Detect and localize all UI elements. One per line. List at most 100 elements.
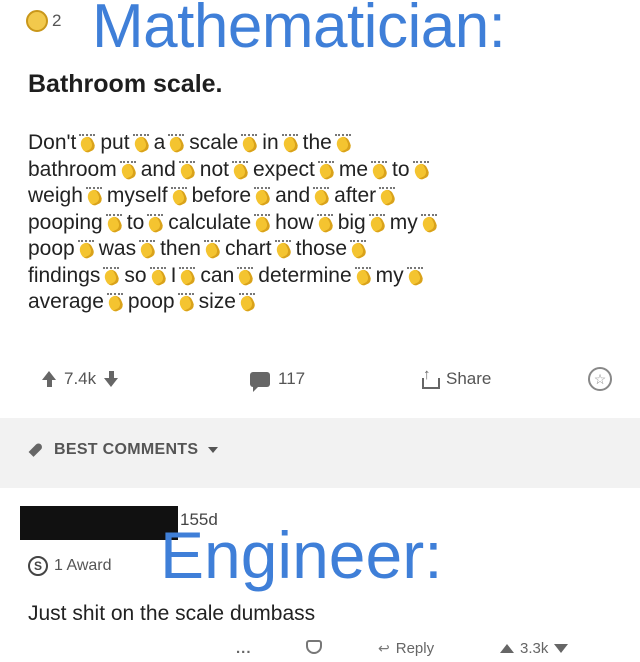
reply-button[interactable]: ↩ Reply: [378, 640, 434, 657]
clapping-hands-icon: [316, 160, 338, 179]
clapping-hands-icon: [76, 240, 98, 258]
clapping-hands-icon: [348, 240, 370, 258]
award-coin-icon: S: [28, 556, 48, 576]
clapping-hands-icon: [411, 160, 433, 179]
engineer-caption: Engineer:: [160, 518, 443, 592]
comments-button[interactable]: 117: [250, 369, 305, 392]
body-word: expect: [252, 157, 315, 181]
clapping-hands-icon: [280, 134, 302, 152]
clapping-hands-icon: [405, 266, 427, 285]
body-line: poop was then chart those: [28, 236, 608, 263]
more-dots: ...: [236, 640, 252, 657]
body-word: and: [275, 184, 311, 207]
comment-award-pill[interactable]: S 1 Award: [28, 556, 112, 576]
shield-icon: [306, 640, 322, 654]
clapping-hands-icon: [131, 134, 153, 152]
award-count: 2: [52, 11, 62, 30]
comment-text: Just shit on the scale dumbass: [28, 602, 316, 625]
award-icon: [26, 10, 48, 32]
upvote-arrow-icon[interactable]: [500, 644, 514, 653]
downvote-arrow-icon[interactable]: [104, 371, 119, 387]
comment-vote-group: 3.3k: [500, 640, 569, 657]
clapping-hands-icon: [367, 213, 389, 232]
clapping-hands-icon: [377, 187, 399, 205]
award-label: 1 Award: [54, 557, 112, 574]
body-line: bathroom and not expect me to: [28, 157, 608, 184]
clapping-hands-icon: [315, 213, 337, 232]
reply-label: Reply: [395, 640, 435, 657]
clapping-hands-icon: [137, 240, 159, 258]
clapping-hands-icon: [145, 213, 167, 232]
clapping-hands-icon: [239, 134, 261, 152]
comment-upvote-count: 3.3k: [520, 640, 549, 657]
body-word: scale: [189, 131, 239, 154]
body-word: my: [375, 263, 404, 287]
body-word: determine: [258, 263, 352, 287]
best-comments-label: BEST COMMENTS: [54, 441, 199, 458]
clapping-hands-icon: [369, 160, 391, 179]
clapping-hands-icon: [166, 134, 188, 152]
body-word: to: [392, 157, 410, 181]
clapping-hands-icon: [169, 187, 191, 205]
upvote-count: 7.4k: [64, 369, 97, 388]
body-word: put: [100, 131, 130, 154]
body-word: weigh: [28, 184, 83, 207]
post-action-bar: 7.4k 117 Share ☆: [0, 365, 640, 399]
comment-award-button[interactable]: [306, 640, 322, 654]
clapping-hands-icon: [353, 266, 375, 285]
post-award-badge[interactable]: 2: [26, 10, 61, 32]
body-line: pooping to calculate how big my: [28, 210, 608, 237]
clapping-hands-icon: [101, 266, 123, 285]
body-word: me: [338, 157, 369, 181]
body-word: average: [28, 290, 104, 313]
body-word: pooping: [28, 210, 103, 234]
clapping-hands-icon: [118, 160, 140, 179]
clapping-hands-icon: [235, 266, 257, 285]
clapping-hands-icon: [177, 160, 199, 179]
clapping-hands-icon: [105, 293, 127, 311]
comment-card: 155d Engineer: S 1 Award Just shit on th…: [0, 488, 640, 662]
body-word: myself: [106, 184, 168, 207]
body-word: the: [302, 131, 332, 154]
body-line: weigh myself before and after: [28, 183, 608, 210]
redacted-username: [20, 506, 178, 540]
body-word: poop: [127, 290, 175, 313]
body-word: before: [191, 184, 252, 207]
clapping-hands-icon: [202, 240, 224, 258]
clapping-hands-icon: [148, 266, 170, 285]
clapping-hands-icon: [84, 187, 106, 205]
reply-arrow-icon: ↩: [378, 640, 390, 656]
body-word: bathroom: [28, 157, 117, 181]
body-word: a: [153, 131, 166, 154]
clapping-hands-icon: [333, 134, 355, 152]
save-button[interactable]: ☆: [588, 367, 612, 391]
downvote-arrow-icon[interactable]: [554, 644, 569, 653]
body-word: chart: [224, 237, 272, 260]
body-word: I: [170, 263, 177, 287]
clapping-hands-icon: [177, 266, 199, 285]
best-comments-sort[interactable]: BEST COMMENTS: [26, 440, 219, 460]
vote-group: 7.4k: [42, 369, 119, 389]
body-word: size: [198, 290, 236, 313]
upvote-arrow-icon[interactable]: [42, 371, 56, 387]
clapping-hands-icon: [419, 213, 441, 232]
body-word: to: [126, 210, 145, 234]
body-word: and: [140, 157, 176, 181]
clapping-hands-icon: [237, 293, 259, 311]
comment-action-bar: ... ↩ Reply 3.3k: [0, 640, 640, 662]
clapping-hands-icon: [252, 213, 274, 232]
body-line: Don't put a scale in the: [28, 130, 608, 157]
body-word: big: [337, 210, 366, 234]
more-options-button[interactable]: ...: [236, 640, 252, 657]
body-word: can: [200, 263, 235, 287]
body-word: my: [389, 210, 418, 234]
clapping-hands-icon: [230, 160, 252, 179]
body-word: so: [124, 263, 147, 287]
post-title: Bathroom scale.: [28, 70, 223, 98]
body-word: after: [334, 184, 377, 207]
share-button[interactable]: Share: [420, 366, 491, 389]
clapping-hands-icon: [311, 187, 333, 205]
post-body: Don't put a scale in the bathroom and not expect m…: [28, 130, 608, 316]
body-word: calculate: [168, 210, 252, 234]
body-word: those: [295, 237, 348, 260]
